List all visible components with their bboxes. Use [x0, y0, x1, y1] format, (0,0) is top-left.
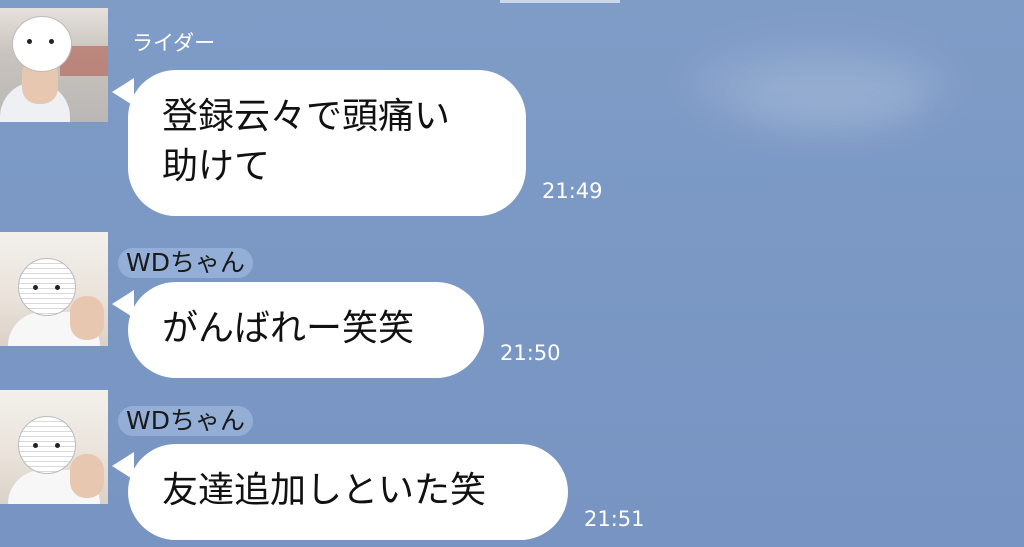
message-timestamp: 21:49: [542, 179, 603, 203]
avatar-face-icon: [18, 416, 76, 474]
avatar-photo-detail: [70, 454, 104, 498]
message-bubble[interactable]: 友達追加しといた笑: [128, 444, 568, 540]
eye-icon: [55, 285, 60, 290]
eye-icon: [33, 443, 38, 448]
eye-icon: [27, 39, 32, 44]
message-bubble[interactable]: がんばれー笑笑: [128, 282, 484, 378]
sender-avatar[interactable]: [0, 232, 108, 346]
eye-icon: [55, 443, 60, 448]
sender-name: WDちゃん: [118, 406, 253, 436]
message-bubble[interactable]: 登録云々で頭痛い 助けて: [128, 70, 526, 216]
eye-icon: [33, 285, 38, 290]
previous-message-edge: [500, 0, 620, 3]
message-row: WDちゃん 友達追加しといた笑 21:51: [0, 390, 1024, 547]
sender-avatar[interactable]: [0, 390, 108, 504]
avatar-face-icon: [12, 16, 72, 72]
sender-avatar[interactable]: [0, 8, 108, 122]
message-row: ライダー 登録云々で頭痛い 助けて 21:49: [0, 8, 1024, 223]
eye-icon: [49, 39, 54, 44]
avatar-face-icon: [18, 258, 76, 316]
avatar-photo-detail: [70, 296, 104, 340]
message-timestamp: 21:51: [584, 507, 645, 531]
sender-name: WDちゃん: [118, 248, 253, 278]
message-row: WDちゃん がんばれー笑笑 21:50: [0, 232, 1024, 382]
sender-name: ライダー: [132, 31, 216, 55]
chat-screen: { "messages": [ { "sender": "ライダー", "tex…: [0, 0, 1024, 547]
message-timestamp: 21:50: [500, 341, 561, 365]
